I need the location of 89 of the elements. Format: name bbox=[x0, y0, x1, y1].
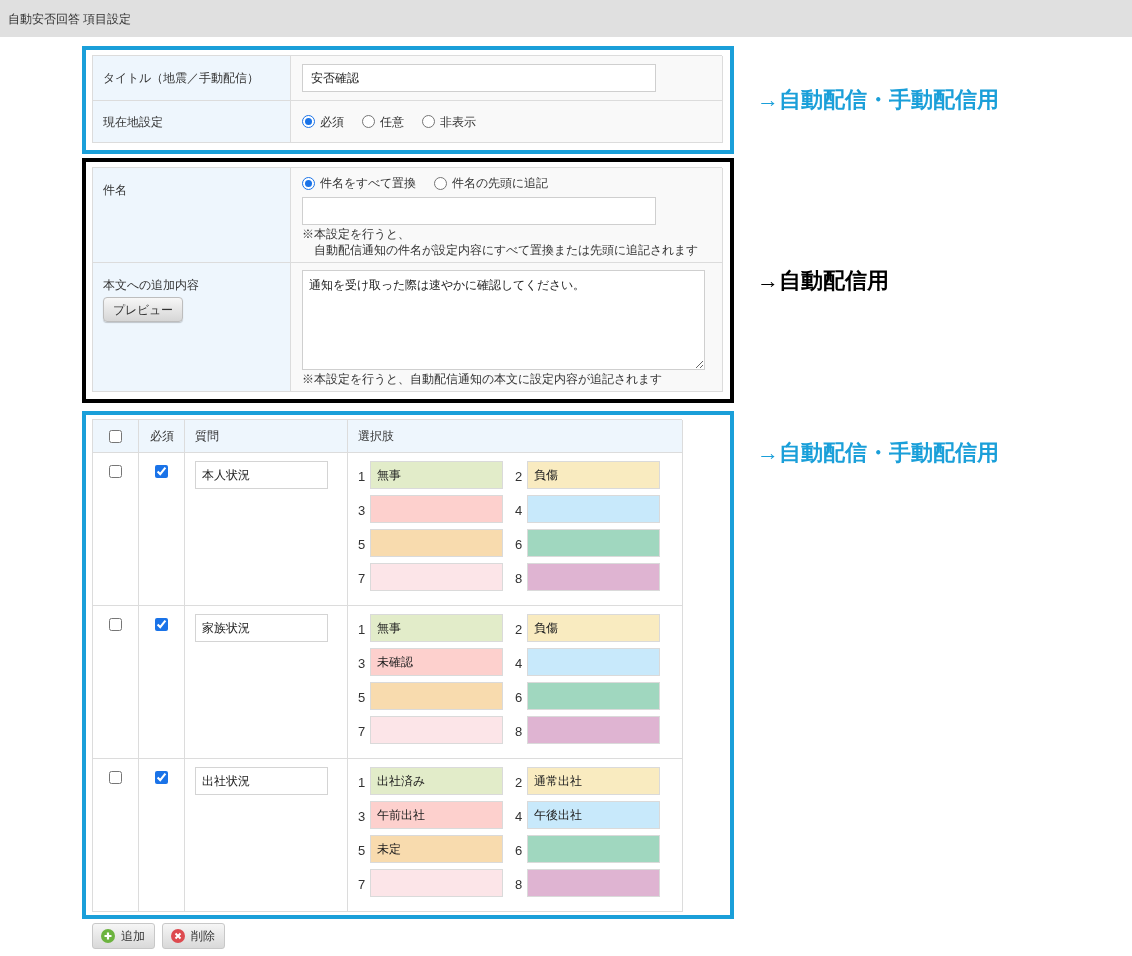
choice-field[interactable]: 未定 bbox=[370, 835, 503, 863]
field-label: 本文への追加内容 bbox=[103, 277, 199, 294]
radio-button[interactable] bbox=[434, 176, 447, 190]
column-header: 質問 bbox=[185, 420, 348, 453]
radio-label: 件名の先頭に追記 bbox=[452, 175, 548, 192]
choice-number: 1 bbox=[358, 467, 367, 486]
delete-button[interactable]: 削除 bbox=[162, 923, 225, 949]
field-label: 件名 bbox=[103, 182, 127, 199]
field-label: 現在地設定 bbox=[103, 113, 163, 131]
choice-field[interactable]: 負傷 bbox=[527, 614, 660, 642]
choice-field[interactable] bbox=[527, 529, 660, 557]
choice-field[interactable] bbox=[527, 648, 660, 676]
choice-field[interactable] bbox=[370, 869, 503, 897]
choice-number: 3 bbox=[358, 807, 367, 826]
choice-field[interactable] bbox=[527, 563, 660, 591]
radio-label: 必須 bbox=[320, 113, 344, 131]
required-checkbox[interactable] bbox=[155, 771, 168, 784]
column-header: 選択肢 bbox=[348, 420, 683, 453]
choice-field[interactable] bbox=[527, 682, 660, 710]
choice-number: 4 bbox=[515, 807, 524, 826]
text-area[interactable]: 通知を受け取った際は速やかに確認してください。 bbox=[302, 270, 705, 370]
choice-number: 6 bbox=[515, 535, 524, 554]
question-field[interactable]: 本人状況 bbox=[195, 461, 328, 489]
annotation-text: →自動配信・手動配信用 bbox=[757, 440, 999, 466]
question-field[interactable]: 出社状況 bbox=[195, 767, 328, 795]
choice-field[interactable]: 午後出社 bbox=[527, 801, 660, 829]
choice-field[interactable] bbox=[370, 563, 503, 591]
required-checkbox[interactable] bbox=[155, 465, 168, 478]
annotation-text: →自動配信用 bbox=[757, 267, 889, 294]
radio-label: 非表示 bbox=[440, 113, 476, 131]
annotation-text: →自動配信・手動配信用 bbox=[757, 87, 999, 113]
choice-number: 3 bbox=[358, 501, 367, 520]
text-field[interactable] bbox=[302, 197, 656, 225]
x-circle-icon bbox=[171, 929, 185, 943]
choice-field[interactable] bbox=[527, 869, 660, 897]
radio-button[interactable] bbox=[422, 115, 435, 128]
add-button[interactable]: 追加 bbox=[92, 923, 155, 949]
required-checkbox[interactable] bbox=[155, 618, 168, 631]
radio-button[interactable] bbox=[302, 115, 315, 128]
choice-field[interactable]: 負傷 bbox=[527, 461, 660, 489]
choice-field[interactable]: 未確認 bbox=[370, 648, 503, 676]
choice-number: 2 bbox=[515, 620, 524, 639]
select-all-checkbox[interactable] bbox=[109, 429, 122, 443]
choice-field[interactable] bbox=[370, 682, 503, 710]
choice-number: 4 bbox=[515, 501, 524, 520]
row-select-checkbox[interactable] bbox=[109, 771, 122, 784]
text-field[interactable]: 安否確認 bbox=[302, 64, 656, 92]
choice-field[interactable] bbox=[370, 529, 503, 557]
choice-field[interactable]: 午前出社 bbox=[370, 801, 503, 829]
column-header: 必須 bbox=[139, 420, 185, 453]
choice-number: 2 bbox=[515, 467, 524, 486]
choice-number: 2 bbox=[515, 773, 524, 792]
choice-number: 5 bbox=[358, 841, 367, 860]
choice-number: 5 bbox=[358, 688, 367, 707]
choice-field[interactable] bbox=[370, 716, 503, 744]
radio-label: 任意 bbox=[380, 113, 404, 131]
choice-number: 7 bbox=[358, 722, 367, 741]
choice-number: 1 bbox=[358, 620, 367, 639]
choice-number: 4 bbox=[515, 654, 524, 673]
choice-number: 8 bbox=[515, 722, 524, 741]
choice-number: 6 bbox=[515, 688, 524, 707]
choice-field[interactable]: 出社済み bbox=[370, 767, 503, 795]
choice-field[interactable] bbox=[527, 835, 660, 863]
choice-number: 5 bbox=[358, 535, 367, 554]
page-title: 自動安否回答 項目設定 bbox=[8, 10, 132, 28]
choice-field[interactable]: 無事 bbox=[370, 461, 503, 489]
note-text: ※本設定を行うと、 自動配信通知の件名が設定内容にすべて置換または先頭に追記されます bbox=[302, 226, 698, 258]
row-select-checkbox[interactable] bbox=[109, 465, 122, 478]
plus-circle-icon bbox=[101, 929, 115, 943]
choice-number: 6 bbox=[515, 841, 524, 860]
question-field[interactable]: 家族状況 bbox=[195, 614, 328, 642]
preview-button[interactable]: プレビュー bbox=[103, 297, 183, 322]
choice-field[interactable] bbox=[527, 495, 660, 523]
choice-number: 8 bbox=[515, 875, 524, 894]
choice-number: 7 bbox=[358, 875, 367, 894]
radio-label: 件名をすべて置換 bbox=[320, 175, 416, 192]
choice-number: 1 bbox=[358, 773, 367, 792]
row-select-checkbox[interactable] bbox=[109, 618, 122, 631]
choice-field[interactable] bbox=[370, 495, 503, 523]
choice-number: 3 bbox=[358, 654, 367, 673]
radio-button[interactable] bbox=[362, 115, 375, 128]
field-label: タイトル（地震／手動配信） bbox=[103, 70, 259, 87]
choice-field[interactable]: 無事 bbox=[370, 614, 503, 642]
choice-number: 8 bbox=[515, 569, 524, 588]
choice-number: 7 bbox=[358, 569, 367, 588]
choice-field[interactable] bbox=[527, 716, 660, 744]
choice-field[interactable]: 通常出社 bbox=[527, 767, 660, 795]
radio-button[interactable] bbox=[302, 176, 315, 190]
note-text: ※本設定を行うと、自動配信通知の本文に設定内容が追記されます bbox=[302, 371, 662, 387]
